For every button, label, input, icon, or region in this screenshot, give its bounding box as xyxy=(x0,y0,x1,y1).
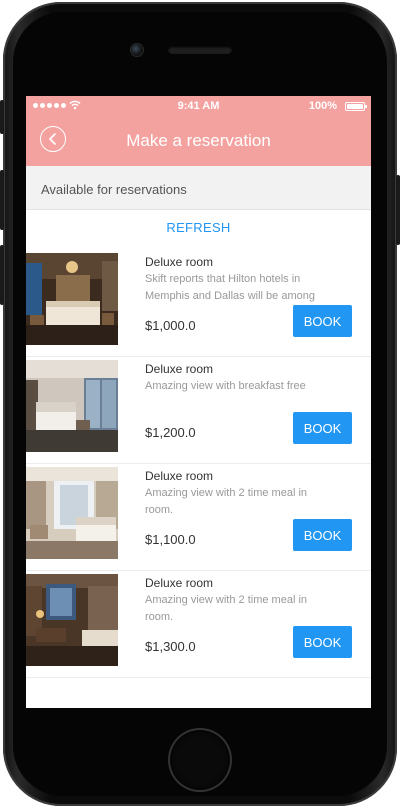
status-bar: 9:41 AM 100% xyxy=(26,96,371,116)
room-list: Deluxe room Skift reports that Hilton ho… xyxy=(26,251,371,679)
refresh-button[interactable]: REFRESH xyxy=(26,220,371,235)
room-photo xyxy=(26,574,118,666)
app-screen: 9:41 AM 100% Make a reservation Availabl… xyxy=(26,96,371,708)
section-header: Available for reservations xyxy=(26,166,371,210)
nav-bar: Make a reservation xyxy=(26,116,371,166)
battery-icon xyxy=(345,102,367,111)
room-price: $1,000.0 xyxy=(145,318,196,333)
list-item[interactable]: Deluxe room Amazing view with breakfast … xyxy=(26,358,371,464)
room-name: Deluxe room xyxy=(145,469,214,483)
battery-percent: 100% xyxy=(308,100,337,112)
room-photo xyxy=(26,253,118,345)
room-price: $1,200.0 xyxy=(145,425,196,440)
section-label: Available for reservations xyxy=(41,182,187,197)
room-price: $1,300.0 xyxy=(145,639,196,654)
mute-switch xyxy=(0,100,4,134)
room-name: Deluxe room xyxy=(145,362,214,376)
book-button[interactable]: BOOK xyxy=(293,412,352,444)
book-button[interactable]: BOOK xyxy=(293,305,352,337)
room-photo xyxy=(26,360,118,452)
power-button xyxy=(396,175,400,245)
earpiece-speaker xyxy=(168,46,232,54)
room-name: Deluxe room xyxy=(145,255,214,269)
page-title: Make a reservation xyxy=(126,131,271,150)
room-photo xyxy=(26,467,118,559)
home-button[interactable] xyxy=(170,730,230,790)
room-price: $1,100.0 xyxy=(145,532,196,547)
book-button[interactable]: BOOK xyxy=(293,519,352,551)
room-description: Amazing view with 2 time meal in room. xyxy=(145,487,308,516)
front-camera xyxy=(131,44,143,56)
room-name: Deluxe room xyxy=(145,576,214,590)
volume-down-button xyxy=(0,245,4,305)
list-item[interactable]: Deluxe room Amazing view with 2 time mea… xyxy=(26,465,371,571)
list-item[interactable]: Deluxe room Skift reports that Hilton ho… xyxy=(26,251,371,357)
room-description: Amazing view with breakfast free xyxy=(145,380,306,392)
room-description: Skift reports that Hilton hotels in Memp… xyxy=(145,273,315,302)
book-button[interactable]: BOOK xyxy=(293,626,352,658)
list-item[interactable]: Deluxe room Amazing view with 2 time mea… xyxy=(26,572,371,678)
room-description: Amazing view with 2 time meal in room. xyxy=(145,594,308,623)
volume-up-button xyxy=(0,170,4,230)
